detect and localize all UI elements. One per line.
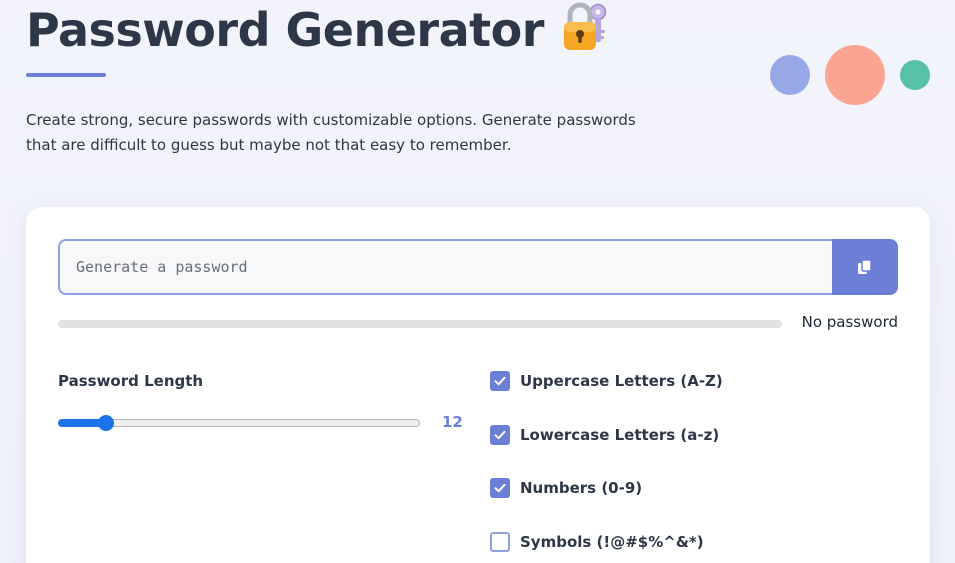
- checkmark-icon: [494, 483, 506, 493]
- title-row: Password Generator: [26, 0, 610, 60]
- decor-dot-salmon: [825, 45, 885, 105]
- password-length-label: Password Length: [58, 372, 204, 390]
- password-length-slider[interactable]: [58, 412, 420, 432]
- option-2[interactable]: Numbers (0-9): [490, 476, 723, 500]
- decor-dot-blue: [770, 55, 810, 95]
- option-label: Numbers (0-9): [520, 479, 643, 497]
- option-label: Lowercase Letters (a-z): [520, 425, 720, 444]
- password-output-field[interactable]: [58, 239, 832, 295]
- generator-card: No password Password Length 12 Uppercase…: [26, 207, 930, 563]
- option-checkbox[interactable]: [490, 478, 510, 498]
- strength-label: No password: [801, 313, 898, 331]
- option-1[interactable]: Lowercase Letters (a-z): [490, 423, 723, 447]
- option-checkbox[interactable]: [490, 371, 510, 391]
- copy-button[interactable]: [832, 239, 898, 295]
- title-underline: [26, 73, 106, 77]
- strength-meter: No password: [58, 313, 898, 335]
- copy-icon: [855, 257, 875, 277]
- password-length-value: 12: [442, 413, 463, 431]
- option-label: Symbols (!@#$%^&*): [520, 532, 704, 551]
- option-0[interactable]: Uppercase Letters (A-Z): [490, 369, 723, 393]
- header: Password Generator Create strong, secure…: [26, 0, 636, 154]
- page-subtitle: Create strong, secure passwords with cus…: [26, 111, 636, 154]
- password-row: [58, 239, 898, 295]
- slider-thumb[interactable]: [98, 415, 114, 431]
- strength-bar: [58, 320, 782, 328]
- decor-dot-teal: [900, 60, 930, 90]
- page-title: Password Generator: [26, 3, 544, 57]
- option-3[interactable]: Symbols (!@#$%^&*): [490, 530, 723, 554]
- checkmark-icon: [494, 430, 506, 439]
- checkmark-icon: [494, 376, 506, 386]
- option-label: Uppercase Letters (A-Z): [520, 372, 723, 390]
- option-checkbox[interactable]: [490, 531, 510, 552]
- locked-with-key-icon: [562, 0, 610, 52]
- character-options: Uppercase Letters (A-Z) Lowercase Letters…: [490, 369, 723, 563]
- option-checkbox[interactable]: [490, 424, 510, 445]
